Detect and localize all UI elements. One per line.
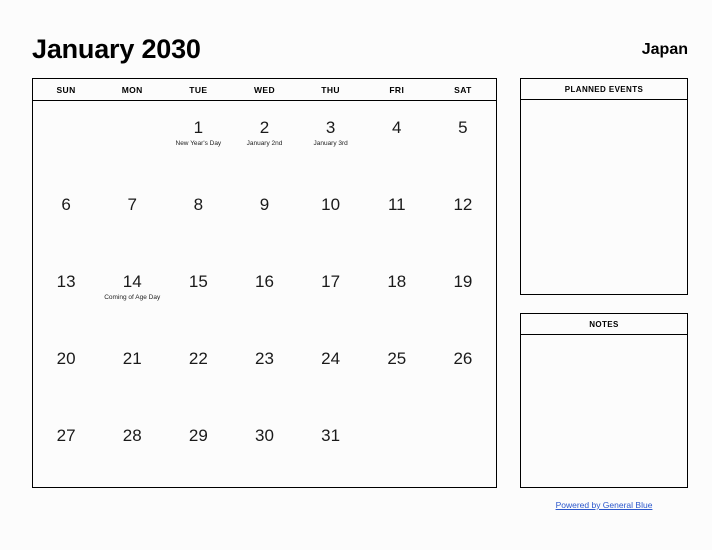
calendar-day-cell[interactable]: 11	[364, 178, 430, 255]
day-number: 23	[255, 349, 274, 368]
calendar-day-cell[interactable]: 15	[165, 255, 231, 332]
calendar-day-cell[interactable]: 1 New Year's Day	[165, 101, 231, 178]
weekday-header-tue: TUE	[189, 84, 208, 95]
calendar-week-row: 6 7 8 9 10 11 12	[33, 178, 496, 255]
day-number: 27	[56, 426, 76, 445]
calendar-day-cell[interactable]: 27	[33, 409, 99, 486]
day-number: 18	[387, 272, 407, 291]
day-number: 19	[453, 272, 473, 291]
calendar-day-cell[interactable]: 29	[165, 409, 231, 486]
day-number: 9	[259, 195, 270, 214]
calendar-day-cell[interactable]: 30	[231, 409, 297, 486]
day-event-label: Coming of Age Day	[104, 294, 161, 301]
calendar-week-row: 20 21 22 23 24 25 26	[33, 332, 496, 409]
calendar-grid: SUN MON TUE WED THU FRI SAT 1 New Year's …	[32, 78, 497, 488]
day-number: 22	[188, 349, 208, 368]
calendar-day-cell[interactable]: 5	[430, 101, 496, 178]
notes-body[interactable]	[521, 335, 687, 487]
calendar-day-cell[interactable]: 31	[298, 409, 364, 486]
day-number: 15	[188, 272, 208, 291]
day-event-label: January 2nd	[246, 140, 283, 147]
planned-events-title: PLANNED EVENTS	[521, 79, 687, 100]
day-event-label: New Year's Day	[175, 140, 222, 147]
weekday-header-thu: THU	[321, 84, 340, 95]
day-number: 11	[387, 195, 406, 214]
day-number: 10	[321, 195, 341, 214]
calendar-day-cell[interactable]: 8	[165, 178, 231, 255]
day-number: 1	[193, 118, 204, 137]
day-number: 5	[458, 118, 468, 137]
day-number: 7	[127, 195, 137, 214]
page-header: January 2030 Japan	[32, 32, 688, 72]
calendar-day-cell[interactable]: 7	[99, 178, 165, 255]
weekday-header-wed: WED	[253, 84, 275, 95]
calendar-day-cell[interactable]: 9	[231, 178, 297, 255]
calendar-day-cell[interactable]: 3 January 3rd	[298, 101, 364, 178]
day-number: 4	[392, 118, 402, 137]
calendar-day-cell[interactable]: 2 January 2nd	[231, 101, 297, 178]
calendar-day-cell[interactable]: 18	[364, 255, 430, 332]
calendar-day-cell[interactable]: 26	[430, 332, 496, 409]
calendar-day-cell[interactable]: 13	[33, 255, 99, 332]
calendar-week-row: 1 New Year's Day 2 January 2nd 3 January 3rd 4…	[33, 101, 496, 178]
calendar-day-cell[interactable]: 16	[231, 255, 297, 332]
footer: Powered by General Blue	[520, 495, 688, 513]
day-number: 21	[122, 349, 142, 368]
day-number: 12	[453, 195, 473, 214]
day-number: 28	[122, 426, 142, 445]
day-number: 26	[453, 349, 473, 368]
day-number: 2	[259, 118, 270, 137]
day-number: 31	[321, 426, 341, 445]
weekday-header-row: SUN MON TUE WED THU FRI SAT	[33, 79, 496, 101]
day-number: 13	[56, 272, 76, 291]
planned-events-panel: PLANNED EVENTS	[520, 78, 688, 295]
calendar-day-cell[interactable]: 6	[33, 178, 99, 255]
day-number: 29	[188, 426, 208, 445]
day-number: 14	[122, 272, 142, 291]
day-number: 20	[56, 349, 76, 368]
calendar-day-cell[interactable]: 24	[298, 332, 364, 409]
calendar-day-cell[interactable]: 25	[364, 332, 430, 409]
weekday-header-sat: SAT	[454, 84, 472, 95]
planned-events-body[interactable]	[521, 100, 687, 294]
calendar-page: January 2030 Japan SUN MON TUE WED THU F…	[0, 0, 712, 550]
day-event-label: January 3rd	[313, 140, 348, 147]
day-number: 24	[321, 349, 341, 368]
calendar-week-row: 13 14 Coming of Age Day 15 16 17 18 19	[33, 255, 496, 332]
calendar-day-cell[interactable]: 17	[298, 255, 364, 332]
day-number: 16	[255, 272, 274, 291]
country-label: Japan	[641, 41, 688, 58]
day-number: 17	[321, 272, 341, 291]
day-number: 30	[255, 426, 274, 445]
calendar-day-cell[interactable]: 19	[430, 255, 496, 332]
calendar-day-cell[interactable]: 22	[165, 332, 231, 409]
calendar-day-cell-empty	[99, 101, 165, 178]
calendar-day-cell[interactable]: 4	[364, 101, 430, 178]
calendar-day-cell[interactable]: 23	[231, 332, 297, 409]
day-number: 8	[193, 195, 204, 214]
weekday-header-fri: FRI	[389, 84, 405, 95]
day-number: 6	[61, 195, 71, 214]
calendar-day-cell[interactable]: 28	[99, 409, 165, 486]
day-number: 3	[325, 118, 336, 137]
calendar-day-cell-empty	[33, 101, 99, 178]
weekday-header-mon: MON	[121, 84, 143, 95]
page-title: January 2030	[32, 34, 201, 64]
day-number: 25	[387, 349, 407, 368]
calendar-day-cell[interactable]: 10	[298, 178, 364, 255]
calendar-day-cell-empty	[364, 409, 430, 486]
calendar-weeks: 1 New Year's Day 2 January 2nd 3 January 3rd 4…	[33, 101, 496, 486]
calendar-day-cell[interactable]: 20	[33, 332, 99, 409]
calendar-day-cell[interactable]: 12	[430, 178, 496, 255]
calendar-day-cell[interactable]: 21	[99, 332, 165, 409]
notes-panel: NOTES	[520, 313, 688, 488]
notes-title: NOTES	[521, 314, 687, 335]
calendar-day-cell[interactable]: 14 Coming of Age Day	[99, 255, 165, 332]
calendar-week-row: 27 28 29 30 31	[33, 409, 496, 486]
powered-by-link[interactable]: Powered by General Blue	[556, 500, 653, 510]
weekday-header-sun: SUN	[56, 84, 76, 95]
calendar-day-cell-empty	[430, 409, 496, 486]
